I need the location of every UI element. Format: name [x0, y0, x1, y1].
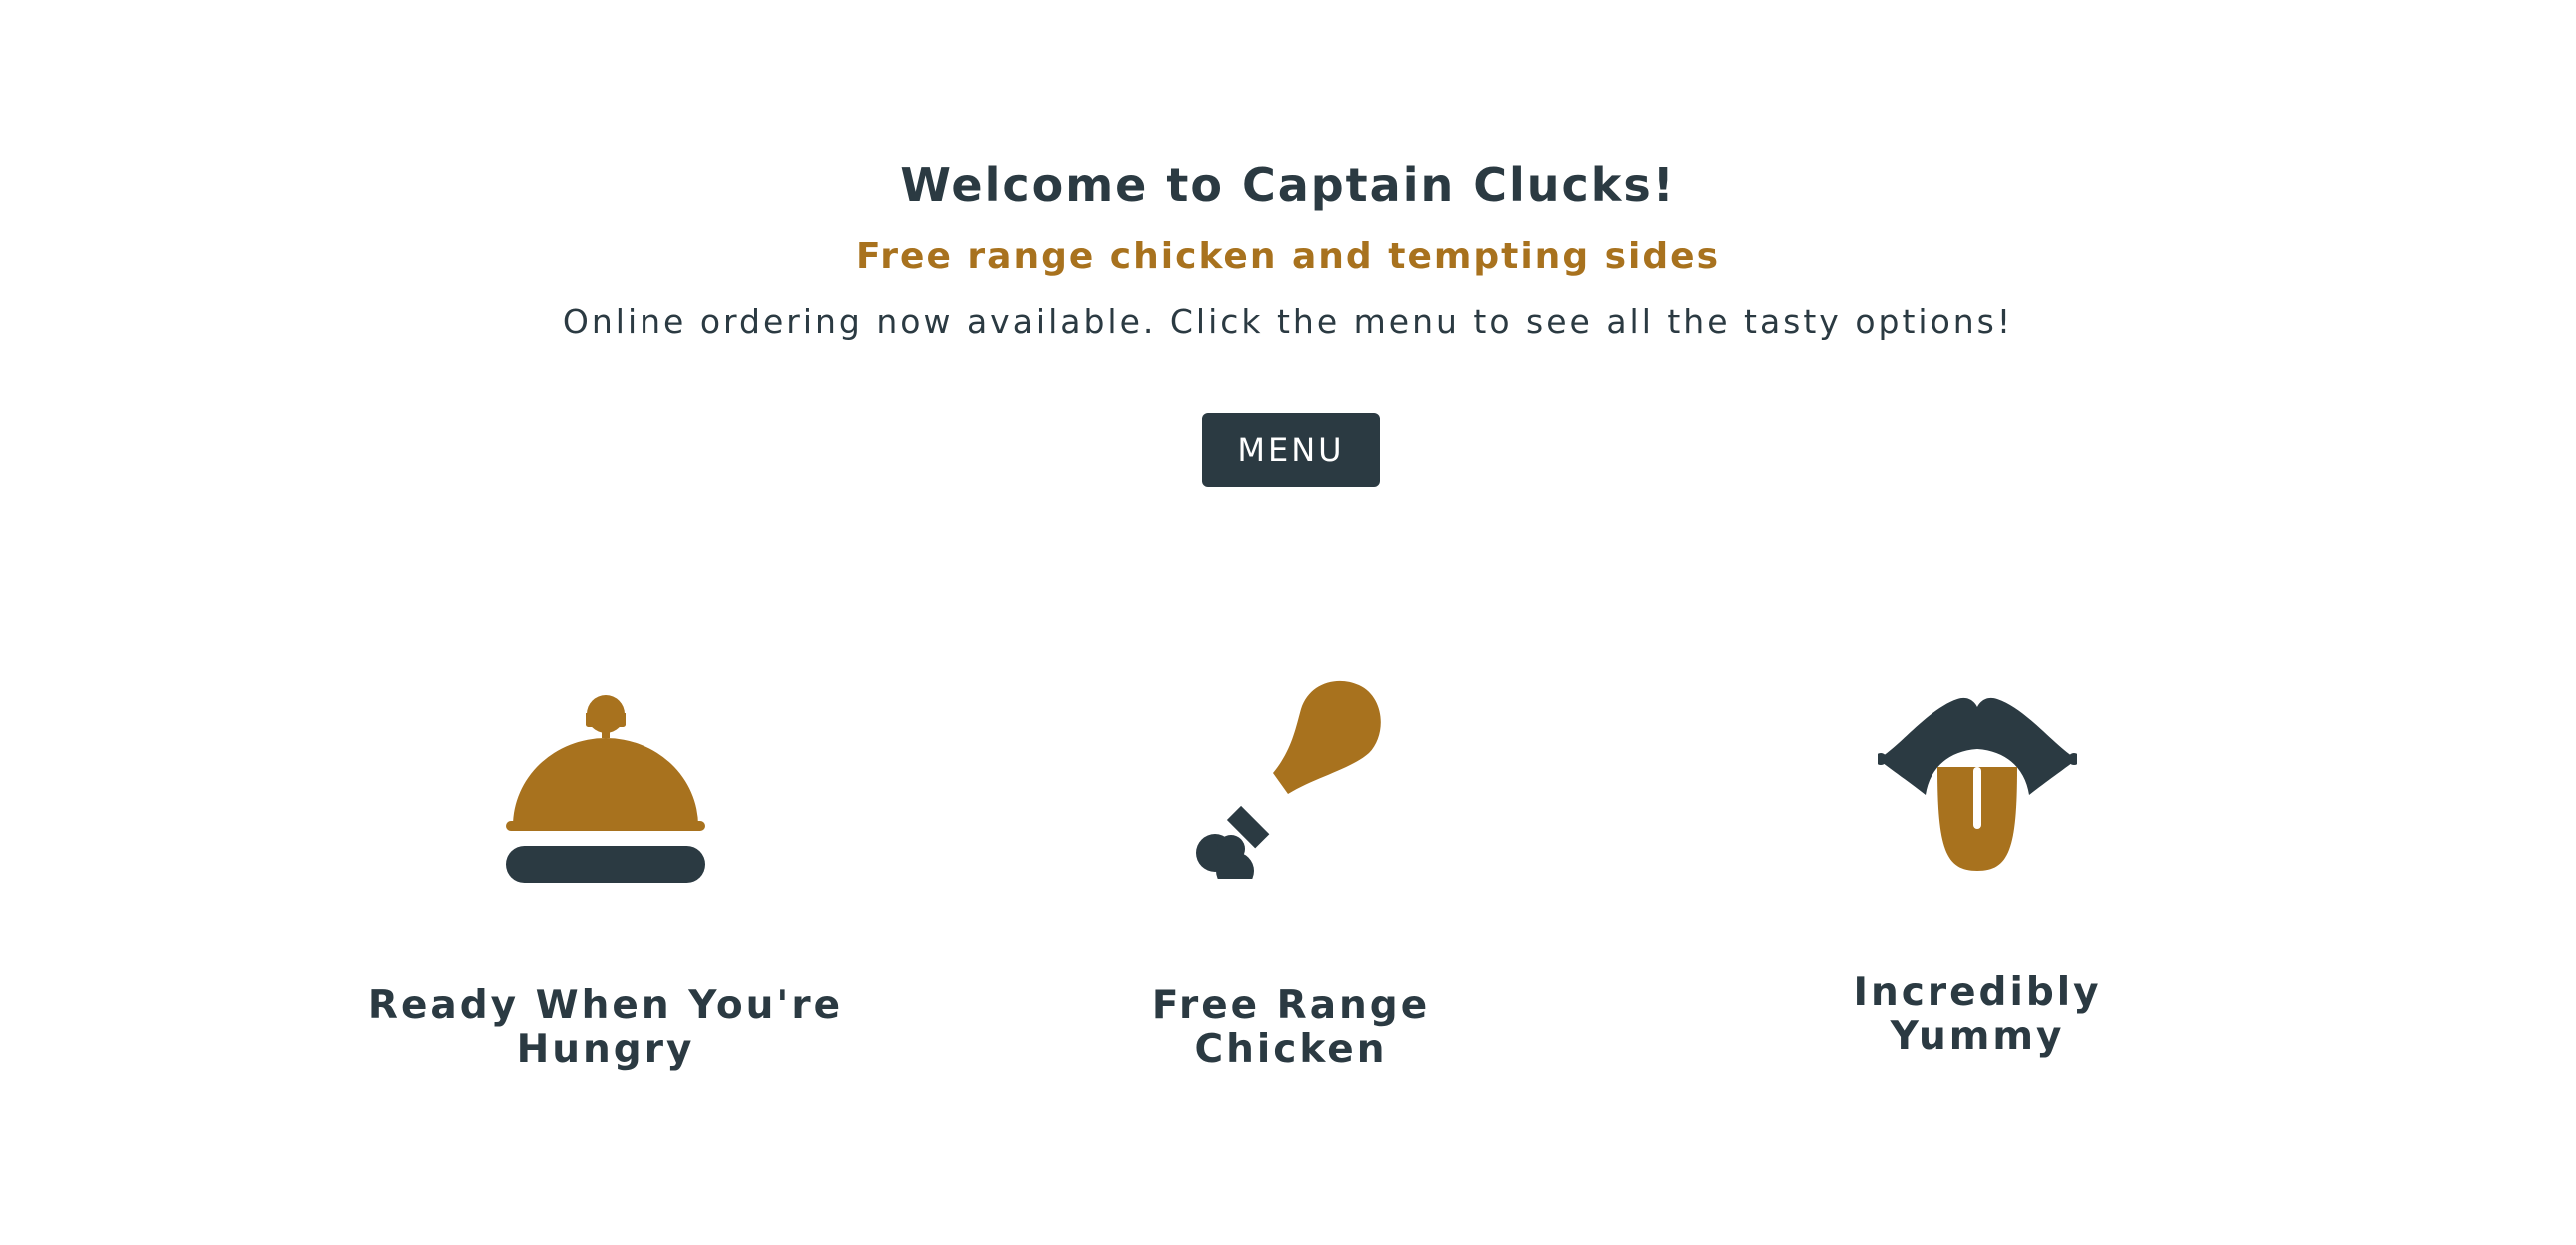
feature-label-line-2: Yummy [1890, 1014, 2065, 1059]
page: Welcome to Captain Clucks! Free range ch… [0, 0, 2576, 1245]
feature-label-line-1: Free Range [1151, 983, 1431, 1028]
feature-label-line-2: Chicken [1194, 1027, 1388, 1072]
feature-label-line-1: Incredibly [1853, 970, 2102, 1015]
feature-free-range-chicken: Free Range Chicken [1051, 0, 1531, 1245]
feature-label: Free Range Chicken [1051, 984, 1531, 1072]
feature-incredibly-yummy: Incredibly Yummy [1738, 0, 2217, 1245]
feature-label-line-2: Hungry [516, 1027, 695, 1072]
feature-label: Incredibly Yummy [1738, 971, 2217, 1059]
feature-label: Ready When You're Hungry [366, 984, 845, 1072]
service-bell-icon [506, 684, 705, 884]
mouth-tongue-icon [1875, 689, 2080, 889]
feature-label-line-1: Ready When You're [367, 983, 844, 1028]
feature-ready-when-hungry: Ready When You're Hungry [366, 0, 845, 1245]
drumstick-icon [1191, 679, 1391, 890]
